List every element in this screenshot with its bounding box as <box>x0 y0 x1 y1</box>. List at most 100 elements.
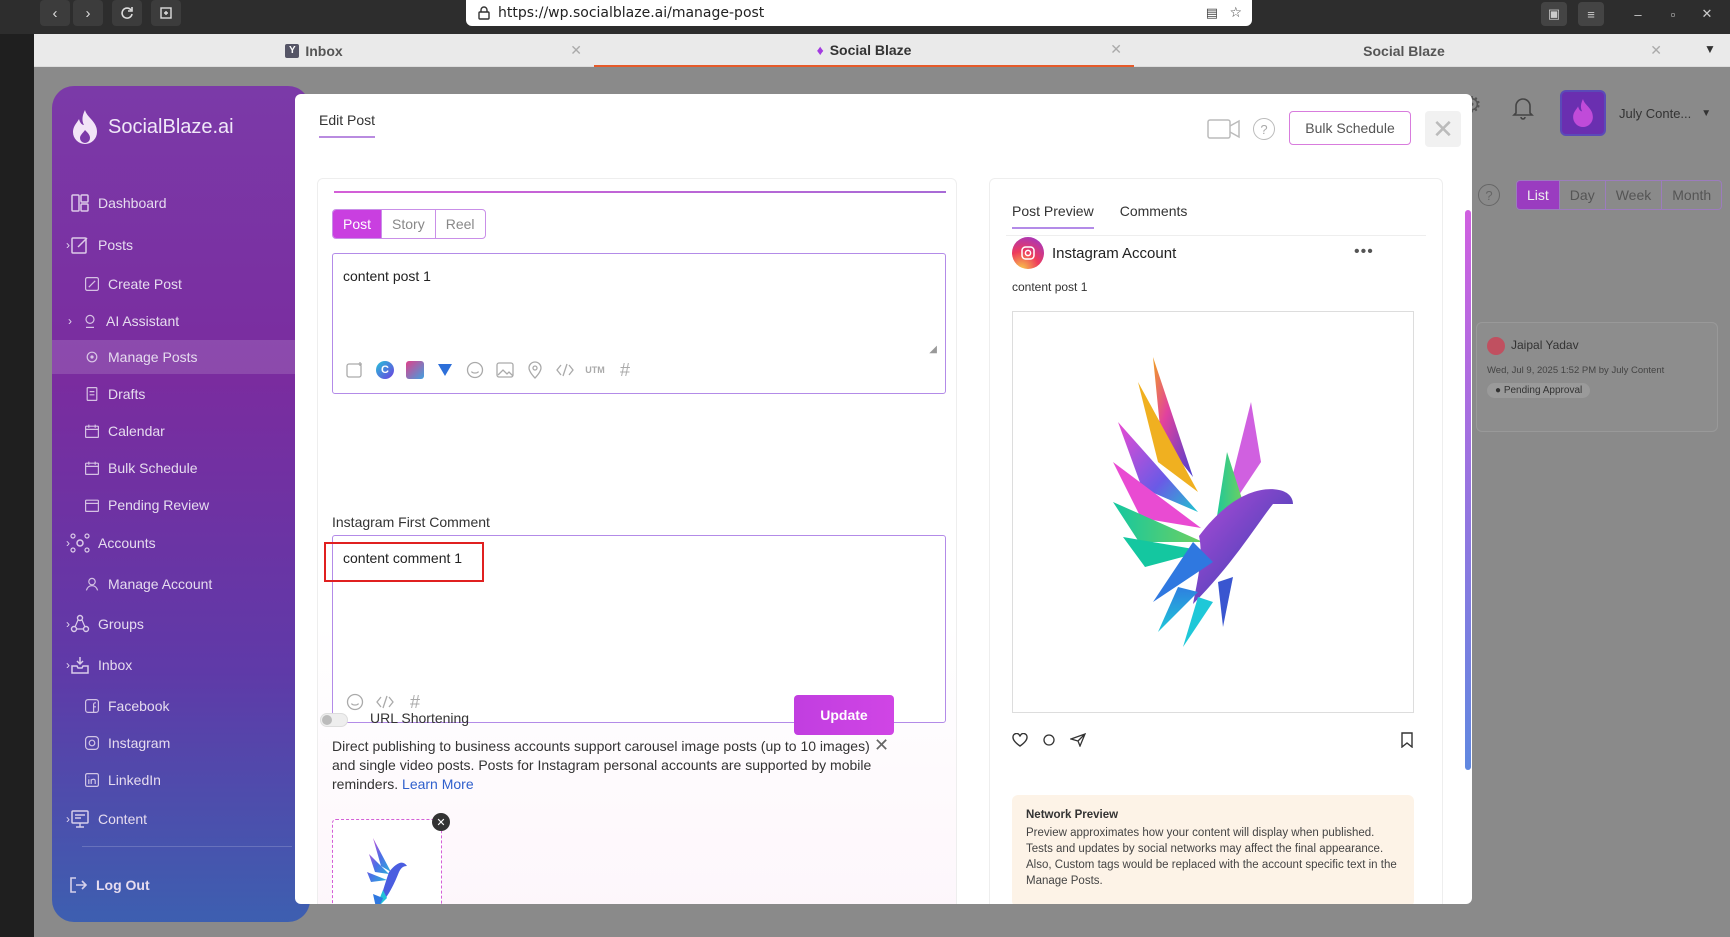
code-icon[interactable] <box>375 692 395 712</box>
sidebar-item-pending-review[interactable]: Pending Review <box>52 488 310 522</box>
post-content-editor[interactable]: content post 1 ◢ C UTM # <box>332 253 946 394</box>
tab-close-icon[interactable]: ✕ <box>1110 41 1122 58</box>
post-content-text[interactable]: content post 1 <box>343 268 431 284</box>
hashtag-icon[interactable]: # <box>615 360 635 380</box>
flame-icon: ♦ <box>816 41 824 58</box>
bulk-schedule-button[interactable]: Bulk Schedule <box>1289 111 1411 145</box>
avatar[interactable] <box>1560 90 1606 136</box>
update-button[interactable]: Update <box>794 695 894 735</box>
ai-image-icon[interactable] <box>345 360 365 380</box>
extensions-icon[interactable]: ▣ <box>1541 2 1567 26</box>
type-tab-reel[interactable]: Reel <box>434 210 485 238</box>
type-tab-post[interactable]: Post <box>333 210 382 238</box>
preview-actions <box>1012 732 1414 748</box>
logout-button[interactable]: Log Out <box>52 868 310 902</box>
tab-post-preview[interactable]: Post Preview <box>1012 203 1094 229</box>
more-options-icon[interactable]: ••• <box>1354 243 1374 261</box>
posts-icon <box>71 237 88 254</box>
sidebar-item-manage-account[interactable]: Manage Account <box>52 567 310 601</box>
sidebar-item-accounts[interactable]: › Accounts <box>52 526 310 560</box>
media-thumbnail[interactable] <box>332 819 442 904</box>
canva-icon[interactable]: C <box>375 360 395 380</box>
sidebar-item-bulk-schedule[interactable]: Bulk Schedule <box>52 451 310 485</box>
logout-label: Log Out <box>96 877 150 893</box>
new-tab-button[interactable] <box>151 0 181 26</box>
view-tab-week[interactable]: Week <box>1604 181 1662 209</box>
sidebar-item-label: Groups <box>98 616 144 632</box>
chevron-down-icon: ▼ <box>1701 108 1712 119</box>
bookmark-star-icon[interactable]: ☆ <box>1229 5 1242 21</box>
image-icon[interactable] <box>495 360 515 380</box>
tab-label: Inbox <box>305 42 343 59</box>
url-shortening-toggle[interactable] <box>320 713 348 727</box>
brand-logo[interactable]: SocialBlaze.ai <box>68 108 234 146</box>
sidebar-item-create-post[interactable]: Create Post <box>52 267 310 301</box>
tab-social-blaze[interactable]: Social Blaze ✕ <box>1134 34 1674 67</box>
like-heart-icon[interactable] <box>1012 733 1028 747</box>
save-bookmark-icon[interactable] <box>1400 732 1414 748</box>
modal-scrollbar[interactable] <box>1465 210 1471 770</box>
sidebar-item-manage-posts[interactable]: Manage Posts <box>52 340 310 374</box>
type-tab-story[interactable]: Story <box>381 210 435 238</box>
help-icon[interactable]: ? <box>1478 184 1500 206</box>
tab-inbox[interactable]: Y Inbox ✕ <box>34 34 594 67</box>
post-type-tabs: Post Story Reel <box>332 209 486 239</box>
view-tab-list[interactable]: List <box>1517 181 1559 209</box>
card-name: Jaipal Yadav <box>1511 338 1579 352</box>
tab-close-icon[interactable]: ✕ <box>570 42 582 59</box>
reload-button[interactable] <box>112 0 142 26</box>
tab-comments[interactable]: Comments <box>1120 203 1188 229</box>
help-icon[interactable]: ? <box>1253 118 1275 140</box>
hashtag-icon[interactable]: # <box>405 692 425 712</box>
sidebar-item-instagram[interactable]: Instagram <box>52 726 310 760</box>
sidebar-item-drafts[interactable]: Drafts <box>52 377 310 411</box>
sidebar-item-label: Inbox <box>98 657 133 673</box>
pending-review-icon <box>85 499 99 512</box>
remove-media-button[interactable]: ✕ <box>432 813 450 831</box>
video-icon[interactable] <box>1207 118 1241 140</box>
accent-line <box>334 191 946 193</box>
reader-icon[interactable]: ▤ <box>1206 6 1218 21</box>
window-close-icon[interactable]: ✕ <box>1694 2 1720 26</box>
tab-list-chevron-icon[interactable]: ▼ <box>1704 42 1716 56</box>
comment-icon[interactable] <box>1042 733 1056 747</box>
post-card[interactable]: Jaipal Yadav Wed, Jul 9, 2025 1:52 PM by… <box>1476 322 1718 432</box>
tab-social-blaze-active[interactable]: ♦ Social Blaze ✕ <box>594 34 1134 67</box>
user-menu[interactable]: July Conte... ▼ <box>1619 106 1711 121</box>
minimize-icon[interactable]: – <box>1625 2 1651 26</box>
modal-title[interactable]: Edit Post <box>319 112 376 138</box>
sidebar-item-dashboard[interactable]: Dashboard <box>52 186 310 220</box>
sidebar-item-facebook[interactable]: Facebook <box>52 689 310 723</box>
tab-close-icon[interactable]: ✕ <box>1650 42 1662 59</box>
dismiss-note-icon[interactable]: ✕ <box>874 735 889 756</box>
sidebar-item-content[interactable]: › Content <box>52 802 310 836</box>
close-modal-button[interactable]: ✕ <box>1425 111 1461 147</box>
menu-icon[interactable]: ≡ <box>1578 2 1604 26</box>
learn-more-link[interactable]: Learn More <box>402 776 474 792</box>
restore-icon[interactable]: ▫ <box>1660 2 1686 26</box>
sidebar-item-inbox[interactable]: › Inbox <box>52 648 310 682</box>
sidebar-item-linkedin[interactable]: LinkedIn <box>52 763 310 797</box>
view-tab-day[interactable]: Day <box>1558 181 1605 209</box>
sidebar-divider <box>82 846 292 847</box>
location-icon[interactable] <box>525 360 545 380</box>
view-tab-month[interactable]: Month <box>1661 181 1721 209</box>
notification-bell-icon[interactable] <box>1512 96 1534 120</box>
code-icon[interactable] <box>555 360 575 380</box>
chevron-right-icon: › <box>66 812 70 826</box>
sidebar-item-groups[interactable]: › Groups <box>52 607 310 641</box>
back-button[interactable]: ‹ <box>40 0 70 26</box>
utm-icon[interactable]: UTM <box>585 360 605 380</box>
stock-photo-icon[interactable] <box>405 360 425 380</box>
emoji-icon[interactable] <box>465 360 485 380</box>
resize-handle-icon[interactable]: ◢ <box>929 344 937 355</box>
sidebar-item-ai-assistant[interactable]: › AI Assistant <box>52 304 310 338</box>
share-send-icon[interactable] <box>1070 733 1086 747</box>
drafts-icon <box>86 387 98 401</box>
emoji-icon[interactable] <box>345 692 365 712</box>
sidebar-item-calendar[interactable]: Calendar <box>52 414 310 448</box>
vista-icon[interactable] <box>435 360 455 380</box>
forward-button[interactable]: › <box>73 0 103 26</box>
address-bar[interactable]: https://wp.socialblaze.ai/manage-post ▤ … <box>466 0 1252 26</box>
sidebar-item-posts[interactable]: › Posts <box>52 228 310 262</box>
